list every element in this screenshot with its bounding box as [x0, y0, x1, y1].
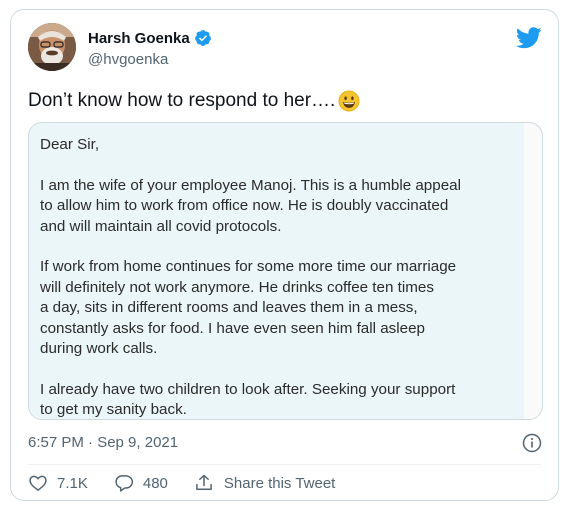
heart-icon	[29, 475, 47, 492]
letter-line: will definitely not work anymore. He dri…	[40, 278, 434, 296]
letter-paragraph-2: If work from home continues for some mor…	[40, 257, 512, 359]
like-button[interactable]: 7.1K	[28, 473, 88, 493]
tweet-timestamp[interactable]: 6:57 PM · Sep 9, 2021	[28, 434, 178, 451]
letter-line: a day, sits in different rooms and leave…	[40, 299, 418, 317]
actions-divider	[28, 464, 541, 465]
author-handle[interactable]: @hvgoenka	[88, 51, 168, 68]
share-label: Share this Tweet	[223, 474, 336, 492]
tweet-text: Don’t know how to respond to her….	[28, 90, 360, 112]
letter-screenshot: Dear Sir, I am the wife of your employee…	[29, 123, 524, 419]
letter-paragraph-3: I already have two children to look afte…	[40, 380, 512, 419]
tweet-text-body: Don’t know how to respond to her….	[28, 90, 336, 111]
author-name-row[interactable]: Harsh Goenka	[88, 29, 212, 47]
info-icon[interactable]	[522, 433, 542, 453]
avatar[interactable]	[28, 23, 76, 71]
letter-line: I am the wife of your employee Manoj. Th…	[40, 176, 461, 194]
tweet-card[interactable]: Harsh Goenka @hvgoenka Don’t know how to…	[10, 9, 559, 501]
display-name[interactable]: Harsh Goenka	[88, 30, 190, 47]
letter-line: constantly asks for food. I have even se…	[40, 319, 425, 337]
grinning-face-emoji-icon	[338, 90, 360, 112]
verified-badge-icon	[194, 29, 212, 47]
letter-salutation: Dear Sir,	[40, 136, 100, 153]
letter-line: and will maintain all covid protocols.	[40, 217, 282, 235]
letter-line: I already have two children to look afte…	[40, 380, 456, 398]
reply-bubble-icon	[115, 475, 133, 492]
letter-line: If work from home continues for some mor…	[40, 258, 457, 276]
share-tweet-button[interactable]: Share this Tweet	[194, 473, 335, 493]
letter-line: during work calls.	[40, 340, 158, 358]
letter-paragraph-1: I am the wife of your employee Manoj. Th…	[40, 176, 512, 237]
attached-image[interactable]: Dear Sir, I am the wife of your employee…	[28, 122, 543, 420]
share-upload-icon	[196, 474, 212, 490]
like-count: 7.1K	[57, 474, 88, 492]
reply-button[interactable]: 480	[114, 473, 168, 493]
tweet-actions: 7.1K 480 Share this Tweet	[28, 472, 361, 494]
twitter-bird-icon[interactable]	[515, 27, 542, 49]
letter-line: to get my sanity back.	[40, 401, 187, 419]
letter-line: to allow him to work from office now. He…	[40, 197, 449, 215]
reply-count: 480	[142, 474, 168, 492]
